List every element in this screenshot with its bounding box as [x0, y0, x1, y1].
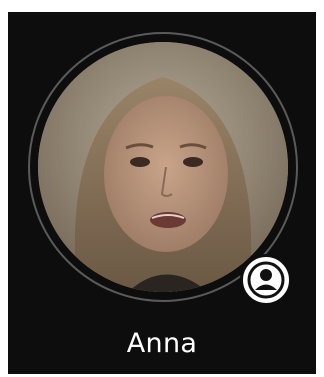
participant-tile[interactable]: Anna: [8, 12, 316, 374]
participant-name: Anna: [126, 328, 198, 359]
participant-avatar[interactable]: [38, 42, 288, 292]
participant-photo-icon: [38, 42, 288, 292]
user-profile-icon: [247, 261, 285, 299]
user-profile-badge[interactable]: [240, 254, 292, 306]
